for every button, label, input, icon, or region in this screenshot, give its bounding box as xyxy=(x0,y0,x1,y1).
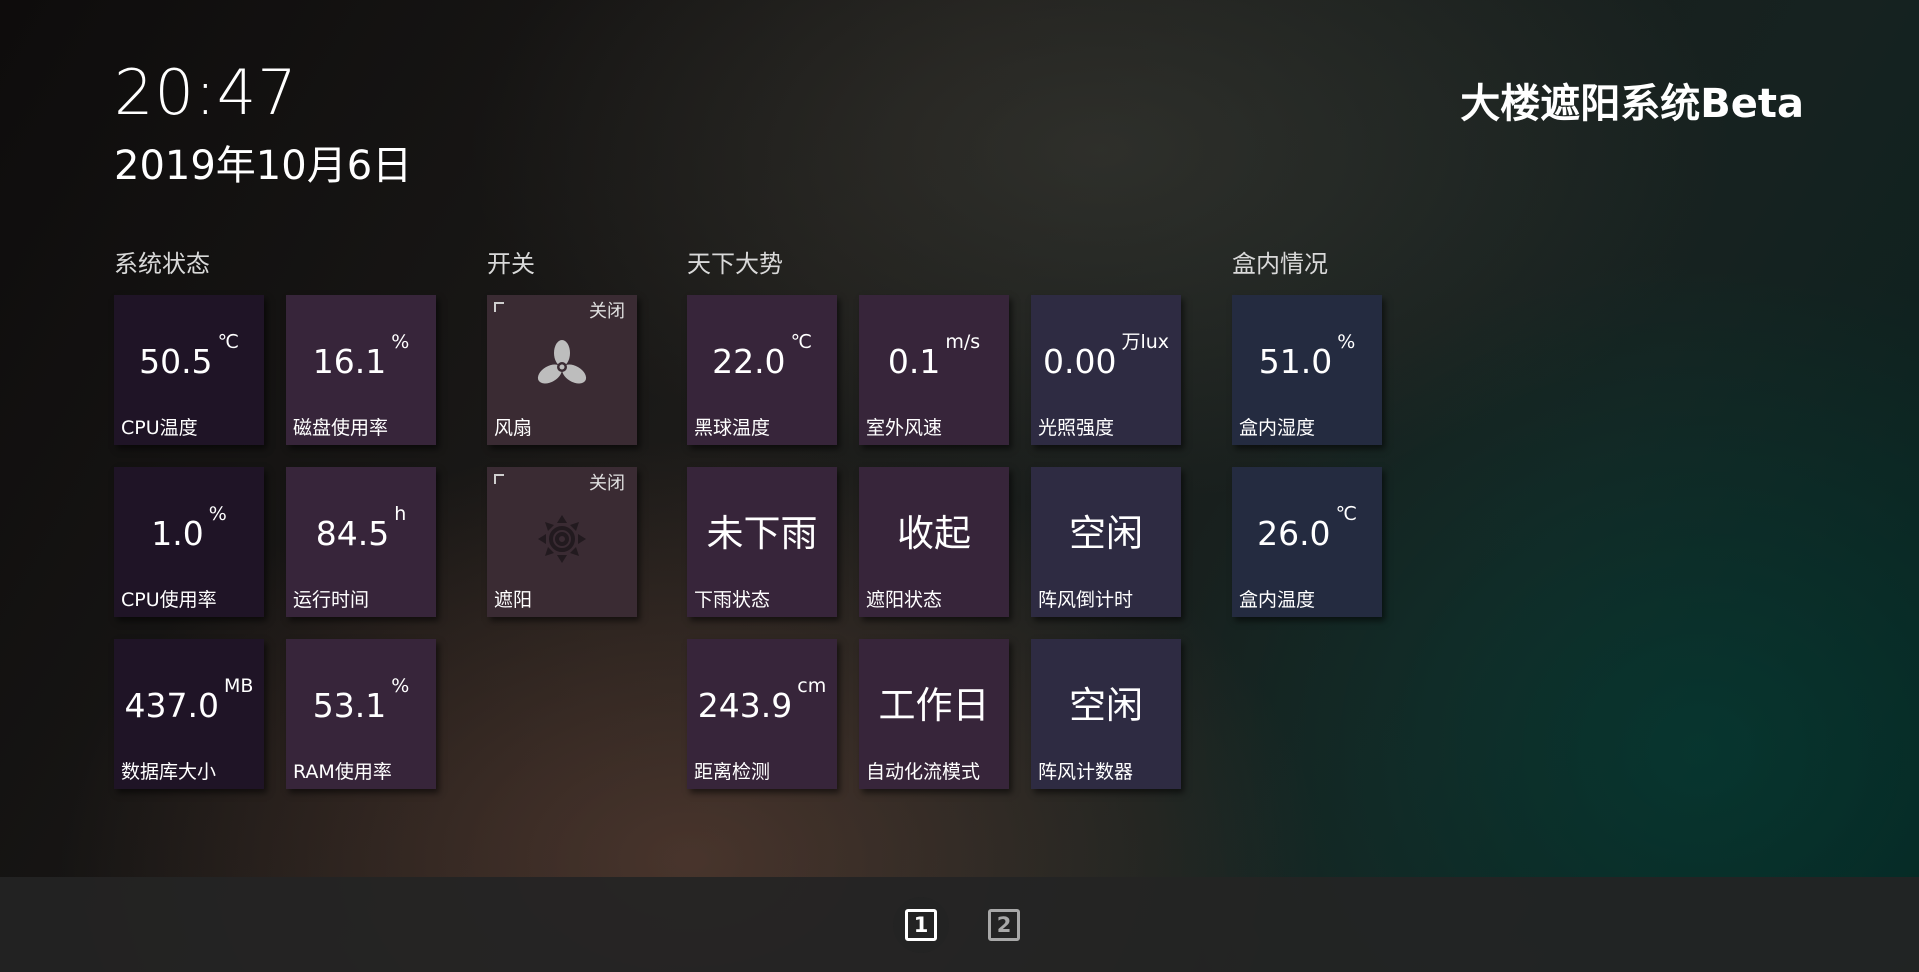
tile-label: 光照强度 xyxy=(1038,417,1115,440)
tile-value: 50.5 ℃ xyxy=(139,331,239,381)
tile-label: 运行时间 xyxy=(293,589,370,612)
group-header-system: 系统状态 xyxy=(114,250,210,278)
tile-label: 阵风计数器 xyxy=(1038,761,1134,784)
tile-gust-countdown[interactable]: 空闲 阵风倒计时 xyxy=(1031,467,1181,617)
tile-automation-mode[interactable]: 工作日 自动化流模式 xyxy=(859,639,1009,789)
tile-box-temperature[interactable]: 26.0 ℃ 盒内温度 xyxy=(1232,467,1382,617)
tile-database-size[interactable]: 437.0 MB 数据库大小 xyxy=(114,639,264,789)
tile-label: 下雨状态 xyxy=(694,589,771,612)
tile-fan-switch[interactable]: 关闭 风扇 xyxy=(487,295,637,445)
tile-unit: ℃ xyxy=(790,331,812,353)
tile-label: 风扇 xyxy=(494,417,533,440)
tile-value: 0.1 m/s xyxy=(887,331,981,381)
tile-label: 自动化流模式 xyxy=(866,761,981,784)
clock-time: 20:47 xyxy=(114,56,298,129)
tile-value: 22.0 ℃ xyxy=(712,331,812,381)
tile-uptime[interactable]: 84.5 h 运行时间 xyxy=(286,467,436,617)
tile-cpu-usage[interactable]: 1.0% CPU使用率 xyxy=(114,467,264,617)
tile-value: 0.00 万lux xyxy=(1042,331,1170,381)
tile-disk-usage[interactable]: 16.1% 磁盘使用率 xyxy=(286,295,436,445)
switch-state: 关闭 xyxy=(589,301,625,322)
tile-ram-usage[interactable]: 53.1% RAM使用率 xyxy=(286,639,436,789)
tile-label: CPU温度 xyxy=(121,417,198,440)
tile-label: 盒内温度 xyxy=(1239,589,1316,612)
tile-gust-counter[interactable]: 空闲 阵风计数器 xyxy=(1031,639,1181,789)
tile-rain-status[interactable]: 未下雨 下雨状态 xyxy=(687,467,837,617)
tile-value: 空闲 xyxy=(1069,684,1143,727)
tile-globe-temperature[interactable]: 22.0 ℃ 黑球温度 xyxy=(687,295,837,445)
tile-shade-switch[interactable]: 关闭 遮阳 xyxy=(487,467,637,617)
tile-value: 53.1% xyxy=(312,675,410,725)
tile-unit: h xyxy=(394,503,407,525)
tile-value: 26.0 ℃ xyxy=(1257,503,1357,553)
tile-unit: % xyxy=(391,675,410,697)
tile-label: 黑球温度 xyxy=(694,417,771,440)
tile-unit: % xyxy=(391,331,410,353)
footer-bar: 1 2 xyxy=(0,877,1919,972)
tile-unit: ℃ xyxy=(1335,503,1357,525)
tile-illuminance[interactable]: 0.00 万lux 光照强度 xyxy=(1031,295,1181,445)
page-2-icon: 2 xyxy=(988,909,1020,941)
tile-label: 室外风速 xyxy=(866,417,943,440)
tile-label: 盒内湿度 xyxy=(1239,417,1316,440)
tile-label: CPU使用率 xyxy=(121,589,217,612)
group-header-box: 盒内情况 xyxy=(1232,250,1328,278)
tile-unit: ℃ xyxy=(217,331,239,353)
group-header-weather: 天下大势 xyxy=(687,250,783,278)
tile-value: 未下雨 xyxy=(706,512,818,555)
page-1-button[interactable]: 1 xyxy=(893,897,949,953)
group-header-switches: 开关 xyxy=(487,250,535,278)
tile-value: 51.0% xyxy=(1258,331,1356,381)
tile-unit: cm xyxy=(797,675,827,697)
page-2-button[interactable]: 2 xyxy=(976,897,1032,953)
tile-label: 遮阳状态 xyxy=(866,589,943,612)
tile-label: 数据库大小 xyxy=(121,761,217,784)
tile-distance[interactable]: 243.9 cm 距离检测 xyxy=(687,639,837,789)
tile-label: 磁盘使用率 xyxy=(293,417,389,440)
page-1-icon: 1 xyxy=(905,909,937,941)
tile-cpu-temperature[interactable]: 50.5 ℃ CPU温度 xyxy=(114,295,264,445)
tile-label: 距离检测 xyxy=(694,761,771,784)
tile-unit: m/s xyxy=(945,331,981,353)
corner-mark-icon xyxy=(494,302,504,312)
corner-mark-icon xyxy=(494,474,504,484)
sun-icon xyxy=(538,515,586,563)
tile-value: 收起 xyxy=(897,512,971,555)
tile-label: 阵风倒计时 xyxy=(1038,589,1134,612)
tile-unit: MB xyxy=(224,675,254,697)
tile-shade-status[interactable]: 收起 遮阳状态 xyxy=(859,467,1009,617)
tile-value: 空闲 xyxy=(1069,512,1143,555)
tile-unit: 万lux xyxy=(1121,331,1170,353)
tile-value: 243.9 cm xyxy=(697,675,827,725)
tile-unit: % xyxy=(1337,331,1356,353)
tile-value: 437.0 MB xyxy=(124,675,254,725)
fan-icon xyxy=(537,340,587,384)
tile-label: RAM使用率 xyxy=(293,761,392,784)
app-title: 大楼遮阳系统Beta xyxy=(1460,81,1804,127)
tile-wind-speed[interactable]: 0.1 m/s 室外风速 xyxy=(859,295,1009,445)
tile-label: 遮阳 xyxy=(494,589,533,612)
current-date: 2019年10月6日 xyxy=(114,143,413,189)
tile-unit: % xyxy=(208,503,227,525)
tile-value: 工作日 xyxy=(878,684,990,727)
switch-state: 关闭 xyxy=(589,473,625,494)
tile-value: 16.1% xyxy=(312,331,410,381)
tile-value: 84.5 h xyxy=(315,503,407,553)
tile-value: 1.0% xyxy=(151,503,227,553)
tile-box-humidity[interactable]: 51.0% 盒内湿度 xyxy=(1232,295,1382,445)
